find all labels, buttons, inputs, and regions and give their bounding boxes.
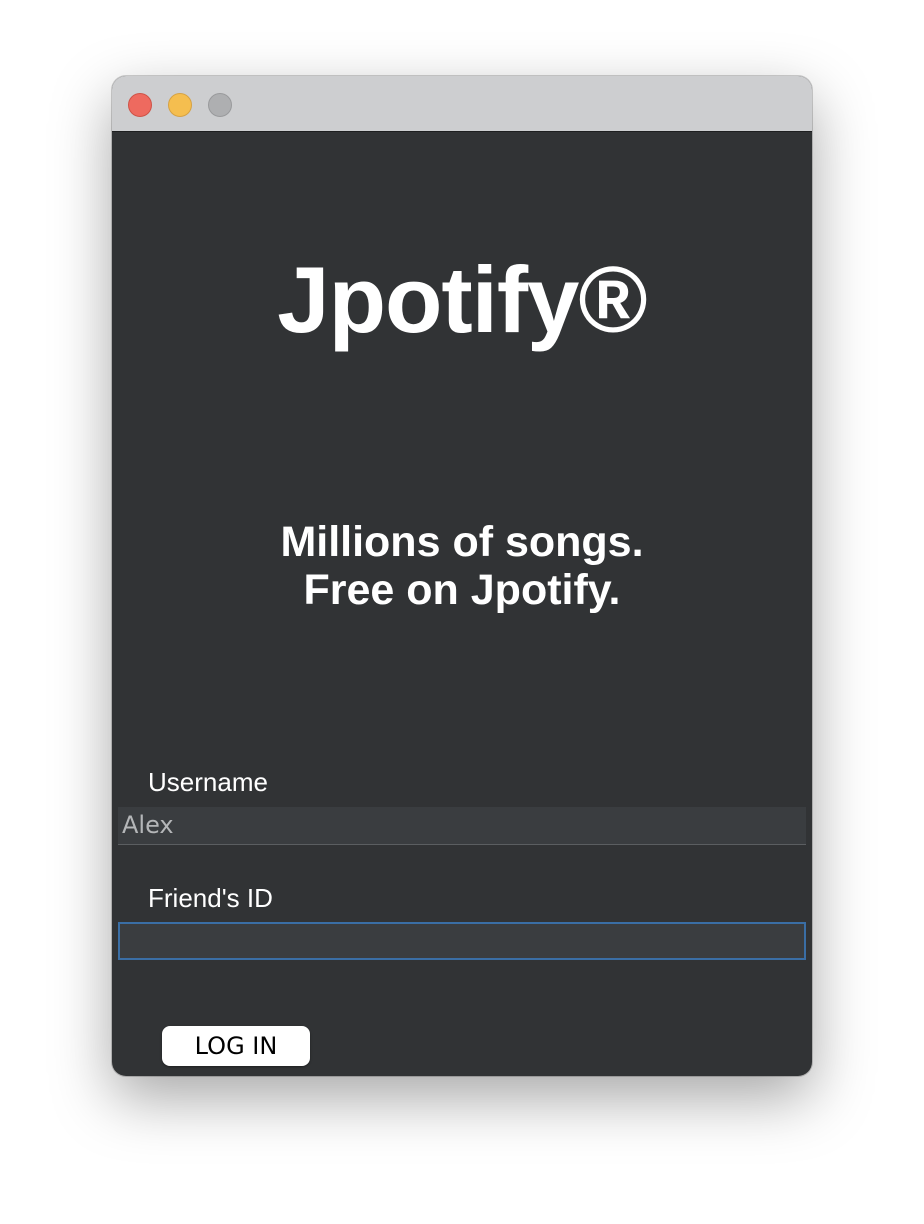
zoom-dot-icon[interactable] — [208, 93, 232, 117]
title-bar — [112, 76, 812, 132]
tagline-line-2: Free on Jpotify. — [303, 566, 621, 614]
login-button[interactable]: LOG IN — [162, 1026, 310, 1066]
close-dot-icon[interactable] — [128, 93, 152, 117]
friend-id-label: Friend's ID — [148, 883, 273, 913]
username-field[interactable]: Alex — [118, 807, 806, 845]
friend-id-field[interactable] — [118, 922, 806, 960]
tagline-line-1: Millions of songs. — [280, 518, 644, 566]
tagline: Millions of songs. Free on Jpotify. — [112, 518, 812, 614]
minimize-dot-icon[interactable] — [168, 93, 192, 117]
app-title: Jpotify® — [277, 247, 647, 352]
login-panel: Jpotify® Millions of songs. Free on Jpot… — [112, 132, 812, 1076]
login-window: Jpotify® Millions of songs. Free on Jpot… — [112, 76, 812, 1076]
username-label: Username — [148, 767, 268, 797]
